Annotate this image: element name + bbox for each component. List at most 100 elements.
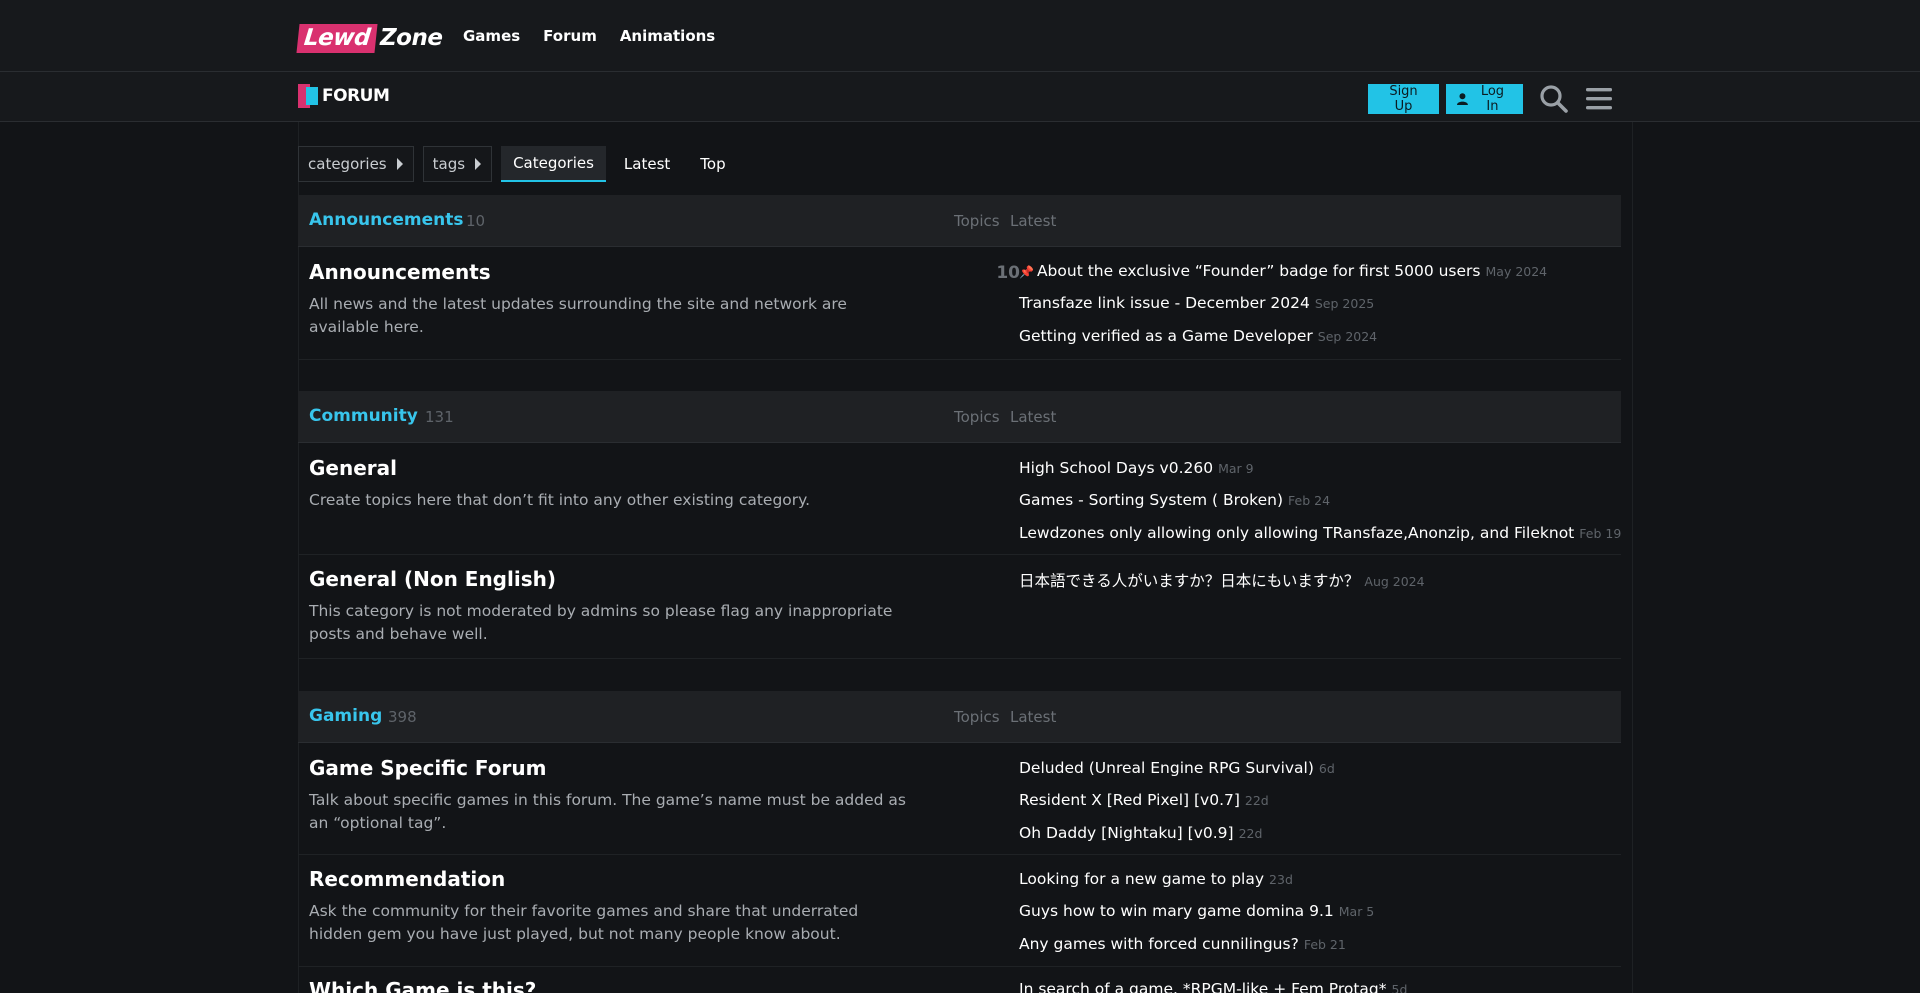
forum-logo[interactable]: FORUM bbox=[298, 84, 390, 108]
logo-zone: Zone bbox=[379, 25, 443, 51]
lewdzone-logo[interactable]: Lewd Zone bbox=[296, 22, 443, 54]
category-title[interactable]: General (Non English) bbox=[309, 567, 556, 591]
topic-date: 5d bbox=[1391, 982, 1408, 993]
sign-up-button[interactable]: Sign Up bbox=[1368, 84, 1439, 114]
nav-animations[interactable]: Animations bbox=[620, 27, 715, 45]
section-name[interactable]: Community bbox=[309, 406, 418, 426]
latest-topic[interactable]: Transfaze link issue - December 2024 Sep … bbox=[1019, 294, 1374, 312]
category-description: Talk about specific games in this forum.… bbox=[309, 791, 906, 832]
topic-date: Mar 9 bbox=[1218, 461, 1254, 476]
category-title[interactable]: Announcements bbox=[309, 260, 491, 284]
tags-dropdown-label: tags bbox=[432, 155, 466, 173]
latest-topic[interactable]: 📌 About the exclusive “Founder” badge for… bbox=[1019, 262, 1547, 280]
topic-title: High School Days v0.260 bbox=[1019, 459, 1214, 477]
search-button[interactable] bbox=[1537, 82, 1571, 116]
column-topics: Topics bbox=[954, 708, 1000, 726]
logo-lewd: Lewd bbox=[296, 23, 378, 53]
topic-title: Transfaze link issue - December 2024 bbox=[1019, 294, 1310, 312]
category-description: Create topics here that don’t fit into a… bbox=[309, 491, 811, 509]
log-in-button[interactable]: Log In bbox=[1446, 84, 1523, 114]
latest-topic[interactable]: Getting verified as a Game Developer Sep … bbox=[1019, 327, 1377, 345]
topic-title: Any games with forced cunnilingus? bbox=[1019, 935, 1299, 953]
topic-date: Feb 24 bbox=[1288, 493, 1331, 508]
category-row: Announcements All news and the latest up… bbox=[298, 248, 1621, 360]
category-row: Which Game is this? In search of a game.… bbox=[298, 967, 1621, 993]
topic-date: Feb 19 bbox=[1579, 526, 1622, 541]
topic-title: Games - Sorting System ( Broken) bbox=[1019, 491, 1284, 509]
column-topics: Topics bbox=[954, 212, 1000, 230]
topic-title: Lewdzones only allowing only allowing TR… bbox=[1019, 524, 1575, 542]
topic-date: Sep 2024 bbox=[1317, 329, 1378, 344]
hamburger-menu-button[interactable] bbox=[1582, 82, 1616, 116]
categories-dropdown-label: categories bbox=[308, 155, 387, 173]
category-title[interactable]: Game Specific Forum bbox=[309, 756, 546, 780]
section-header-gaming: Gaming 398 Topics Latest bbox=[298, 691, 1621, 743]
section-header-announcements: Announcements 10 Topics Latest bbox=[298, 195, 1621, 247]
category-title[interactable]: Which Game is this? bbox=[309, 978, 536, 993]
pin-icon: 📌 bbox=[1019, 265, 1034, 279]
nav-forum[interactable]: Forum bbox=[543, 27, 597, 45]
user-icon bbox=[1457, 93, 1468, 105]
latest-topic[interactable]: Games - Sorting System ( Broken) Feb 24 bbox=[1019, 491, 1330, 509]
topic-title: About the exclusive “Founder” badge for … bbox=[1036, 262, 1481, 280]
category-nav: categories tags Categories Latest Top bbox=[298, 146, 744, 184]
topic-title: Deluded (Unreal Engine RPG Survival) bbox=[1019, 759, 1314, 777]
column-latest: Latest bbox=[1010, 408, 1057, 426]
caret-right-icon bbox=[396, 158, 403, 170]
column-latest: Latest bbox=[1010, 708, 1057, 726]
category-description: All news and the latest updates surround… bbox=[309, 295, 847, 336]
topic-title: 日本語できる人がいますか？日本にもいますか？ bbox=[1019, 572, 1360, 590]
topic-date: Sep 2025 bbox=[1314, 296, 1375, 311]
forum-logo-text: FORUM bbox=[322, 86, 390, 106]
topic-title: In search of a game. *RPGM-like + Fem Pr… bbox=[1019, 980, 1387, 993]
topic-title: Looking for a new game to play bbox=[1019, 870, 1265, 888]
category-row: General (Non English) This category is n… bbox=[298, 555, 1621, 659]
latest-topic[interactable]: Lewdzones only allowing only allowing TR… bbox=[1019, 524, 1621, 542]
tab-categories[interactable]: Categories bbox=[501, 146, 606, 182]
tags-dropdown[interactable]: tags bbox=[422, 146, 493, 182]
search-icon bbox=[1540, 85, 1568, 113]
section-name[interactable]: Gaming bbox=[309, 706, 382, 726]
topic-date: Aug 2024 bbox=[1364, 574, 1425, 589]
latest-topic[interactable]: Oh Daddy [Nightaku] [v0.9] 22d bbox=[1019, 824, 1262, 842]
latest-topic[interactable]: Resident X [Red Pixel] [v0.7] 22d bbox=[1019, 791, 1269, 809]
column-latest: Latest bbox=[1010, 212, 1057, 230]
nav-games[interactable]: Games bbox=[463, 27, 520, 45]
topic-date: 6d bbox=[1318, 761, 1335, 776]
latest-topic[interactable]: High School Days v0.260 Mar 9 bbox=[1019, 459, 1254, 477]
column-topics: Topics bbox=[954, 408, 1000, 426]
section-count: 131 bbox=[425, 408, 454, 426]
section-header-community: Community 131 Topics Latest bbox=[298, 391, 1621, 443]
section-count: 10 bbox=[466, 212, 486, 230]
topic-date: Feb 21 bbox=[1303, 937, 1346, 952]
latest-topic[interactable]: Deluded (Unreal Engine RPG Survival) 6d bbox=[1019, 759, 1335, 777]
forum-logo-mark-icon bbox=[298, 84, 320, 108]
hamburger-menu-icon bbox=[1586, 88, 1612, 110]
topic-title: Getting verified as a Game Developer bbox=[1019, 327, 1313, 345]
topic-title: Resident X [Red Pixel] [v0.7] bbox=[1019, 791, 1240, 809]
categories-dropdown[interactable]: categories bbox=[298, 146, 414, 182]
tab-top[interactable]: Top bbox=[688, 146, 737, 182]
category-description: This category is not moderated by admins… bbox=[309, 602, 893, 643]
latest-topic[interactable]: Any games with forced cunnilingus? Feb 21 bbox=[1019, 935, 1346, 953]
section-count: 398 bbox=[388, 708, 417, 726]
category-row: General Create topics here that don’t fi… bbox=[298, 444, 1621, 555]
topic-date: Mar 5 bbox=[1338, 904, 1375, 919]
section-name[interactable]: Announcements bbox=[309, 210, 463, 230]
category-description: Ask the community for their favorite gam… bbox=[309, 902, 859, 943]
tab-latest[interactable]: Latest bbox=[612, 146, 682, 182]
forum-header: FORUM Sign Up Log In bbox=[0, 72, 1920, 122]
latest-topic[interactable]: Guys how to win mary game domina 9.1 Mar … bbox=[1019, 902, 1374, 920]
site-nav: Games Forum Animations bbox=[463, 27, 715, 45]
topic-title: Oh Daddy [Nightaku] [v0.9] bbox=[1019, 824, 1234, 842]
topic-title: Guys how to win mary game domina 9.1 bbox=[1019, 902, 1334, 920]
latest-topic[interactable]: In search of a game. *RPGM-like + Fem Pr… bbox=[1019, 980, 1407, 993]
topic-date: 22d bbox=[1244, 793, 1269, 808]
latest-topic[interactable]: Looking for a new game to play 23d bbox=[1019, 870, 1293, 888]
site-header: Lewd Zone Games Forum Animations bbox=[0, 0, 1920, 72]
category-title[interactable]: General bbox=[309, 456, 397, 480]
latest-topic[interactable]: 日本語できる人がいますか？日本にもいますか？ Aug 2024 bbox=[1019, 569, 1425, 591]
category-title[interactable]: Recommendation bbox=[309, 867, 505, 891]
category-row: Recommendation Ask the community for the… bbox=[298, 855, 1621, 967]
log-in-label: Log In bbox=[1480, 84, 1505, 114]
